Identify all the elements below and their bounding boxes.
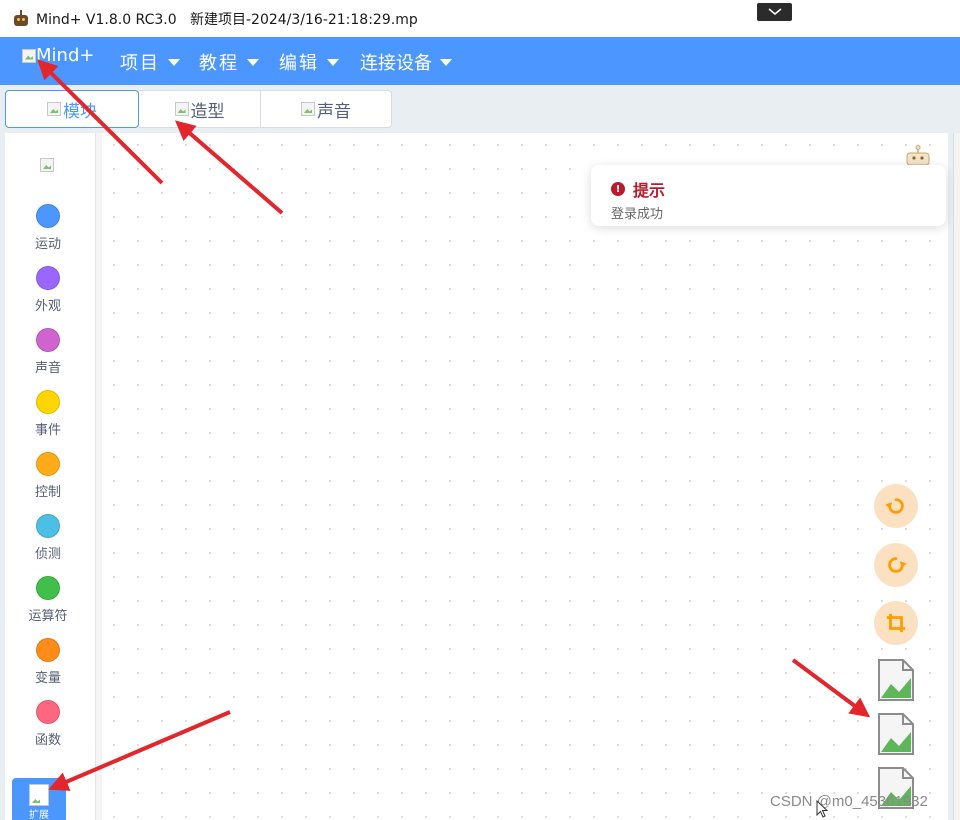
category-label: 声音 (34, 361, 61, 376)
menu-project[interactable]: 项目 (120, 49, 180, 75)
extension-label: 扩展 (29, 810, 49, 820)
title-bar: Mind+ V1.8.0 RC3.0 新建项目-2024/3/16-21:18:… (0, 0, 960, 37)
category-label: 函数 (34, 733, 61, 748)
category-sound[interactable]: 声音 (0, 328, 96, 376)
crop-icon (886, 613, 906, 633)
toast-message: 登录成功 (611, 207, 664, 222)
menu-label: 教程 (199, 53, 239, 74)
tab-label: 造型 (190, 101, 225, 122)
undo-icon (885, 498, 904, 514)
category-control[interactable]: 控制 (0, 452, 96, 500)
tab-costumes[interactable]: 造型 (139, 90, 261, 128)
menu-label: 项目 (120, 53, 160, 74)
category-variables[interactable]: 变量 (0, 638, 96, 686)
window-title: Mind+ V1.8.0 RC3.0 新建项目-2024/3/16-21:18:… (36, 11, 418, 28)
category-label: 变量 (34, 671, 61, 686)
caret-down-icon (327, 58, 339, 66)
broken-image-icon (22, 48, 36, 63)
sprite-icon[interactable] (904, 145, 932, 167)
category-dot-icon (36, 266, 60, 290)
tab-sounds[interactable]: 声音 (261, 90, 392, 128)
mouse-cursor-icon (816, 800, 828, 818)
category-dot-icon (36, 576, 60, 600)
broken-image-icon (29, 784, 49, 806)
category-dot-icon (36, 390, 60, 414)
category-dot-icon (36, 638, 60, 662)
block-category-menu: 运动 外观 声音 事件 控制 侦测 运算符 变量 函数 (0, 133, 96, 820)
category-dot-icon (36, 452, 60, 476)
broken-image-icon[interactable] (877, 658, 915, 702)
mindplus-logo[interactable]: Mind+ (22, 45, 94, 66)
broken-image-icon (47, 102, 61, 116)
menu-bar: Mind+ 项目 教程 编辑 连接设备 (0, 37, 960, 85)
category-sensing[interactable]: 侦测 (0, 514, 96, 562)
watermark-text: CSDN @m0_45361932 (770, 793, 928, 810)
window-chevron-button[interactable] (757, 3, 792, 21)
category-operators[interactable]: 运算符 (0, 576, 96, 624)
category-label: 运算符 (28, 609, 68, 624)
menu-label: 编辑 (279, 53, 319, 74)
category-dot-icon (36, 514, 60, 538)
menu-tutorial[interactable]: 教程 (199, 49, 259, 75)
broken-image-icon (301, 102, 315, 116)
broken-image-icon (40, 158, 54, 172)
tab-code[interactable]: 模块 (5, 90, 139, 128)
category-label: 外观 (34, 299, 61, 314)
tab-label: 模块 (63, 101, 97, 122)
category-label: 控制 (34, 485, 61, 500)
caret-down-icon (247, 58, 259, 66)
exclamation-circle-icon: ! (611, 182, 625, 196)
notification-toast: ! 提示 登录成功 (591, 165, 946, 226)
redo-button[interactable] (874, 543, 918, 587)
add-extension-button[interactable]: 扩展 (12, 778, 66, 820)
category-label: 侦测 (34, 547, 61, 562)
broken-image-icon[interactable] (877, 712, 915, 756)
code-workspace[interactable] (102, 133, 948, 820)
category-motion[interactable]: 运动 (0, 204, 96, 252)
chevron-down-icon (768, 8, 781, 15)
stage-panel-edge (948, 133, 960, 820)
menu-edit[interactable]: 编辑 (279, 49, 339, 75)
menu-label: 连接设备 (360, 53, 432, 74)
category-dot-icon (36, 700, 60, 724)
category-dot-icon (36, 204, 60, 228)
menu-connect-device[interactable]: 连接设备 (360, 49, 452, 75)
logo-text: Mind+ (36, 45, 95, 66)
mindplus-app-icon (12, 9, 30, 28)
category-looks[interactable]: 外观 (0, 266, 96, 314)
category-label: 事件 (34, 423, 61, 438)
category-label: 运动 (34, 237, 61, 252)
tab-label: 声音 (317, 101, 351, 122)
caret-down-icon (440, 58, 452, 66)
redo-icon (888, 557, 907, 573)
undo-button[interactable] (874, 484, 918, 528)
caret-down-icon (168, 58, 180, 66)
broken-image-icon (174, 102, 189, 116)
category-functions[interactable]: 函数 (0, 700, 96, 748)
app-window: Mind+ V1.8.0 RC3.0 新建项目-2024/3/16-21:18:… (0, 0, 960, 820)
category-events[interactable]: 事件 (0, 390, 96, 438)
category-dot-icon (36, 328, 60, 352)
editor-tab-row: 模块 造型 声音 (0, 85, 960, 133)
crop-button[interactable] (874, 601, 918, 645)
toast-title: 提示 (633, 181, 666, 200)
